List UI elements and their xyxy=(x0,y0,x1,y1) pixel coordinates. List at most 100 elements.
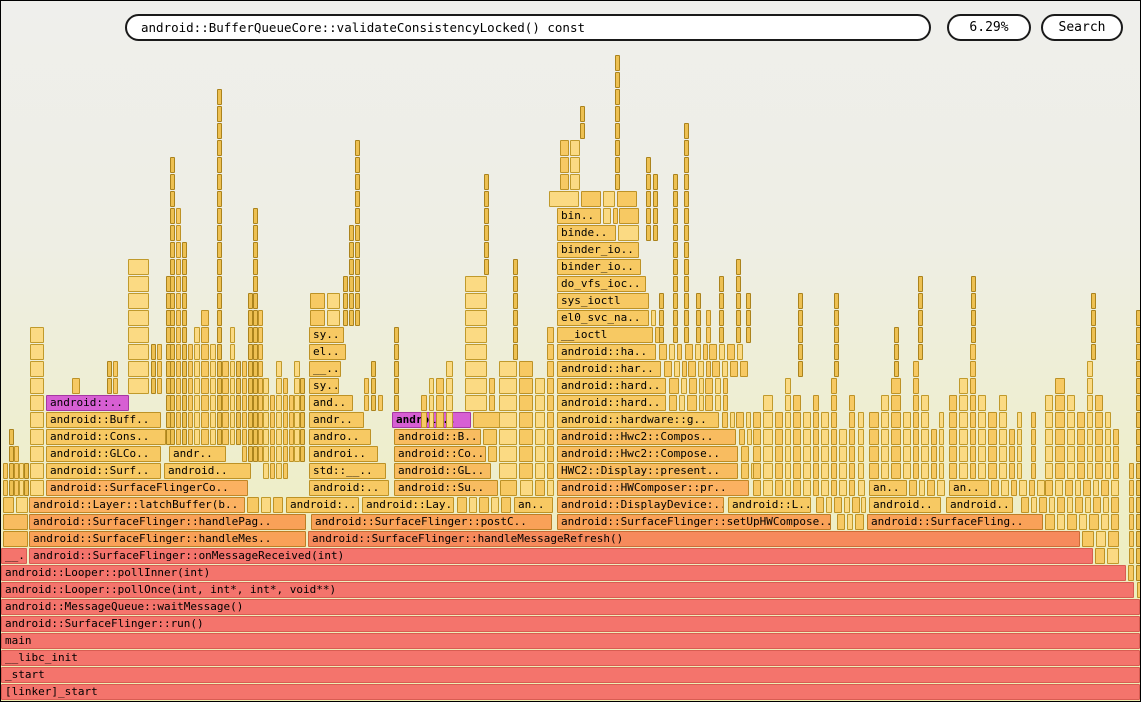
frame-cell[interactable] xyxy=(849,395,855,411)
frame-cell[interactable] xyxy=(484,259,489,275)
frame-cell[interactable] xyxy=(500,480,517,496)
frame-cell[interactable] xyxy=(513,276,518,292)
frame-cell[interactable] xyxy=(949,429,957,445)
frame-cell[interactable] xyxy=(128,276,149,292)
frame-cell[interactable] xyxy=(1129,531,1134,547)
frame-an[interactable]: an.. xyxy=(869,480,907,496)
frame-cell[interactable] xyxy=(826,497,832,513)
frame-cell[interactable] xyxy=(785,446,791,462)
frame-android-hardware-g[interactable]: android::hardware::g.. xyxy=(557,412,719,428)
frame-ioctl[interactable]: __ioctl xyxy=(557,327,653,343)
frame-cell[interactable] xyxy=(659,344,667,360)
frame-cell[interactable] xyxy=(736,412,744,428)
frame-cell[interactable] xyxy=(276,361,282,377)
frame-cell[interactable] xyxy=(1075,480,1081,496)
frame-cell[interactable] xyxy=(513,259,518,275)
frame-cell[interactable] xyxy=(1113,429,1119,445)
frame-cell[interactable] xyxy=(869,463,879,479)
frame-cell[interactable] xyxy=(3,497,14,513)
frame-cell[interactable] xyxy=(785,395,791,411)
frame-cell[interactable] xyxy=(1067,463,1075,479)
frame-cell[interactable] xyxy=(1129,548,1134,564)
frame-cell[interactable] xyxy=(355,157,360,173)
frame-libc-init[interactable]: __libc_init xyxy=(1,650,1140,666)
frame-android[interactable]: android::.. xyxy=(46,395,129,411)
frame-cell[interactable] xyxy=(651,310,656,326)
frame-cell[interactable] xyxy=(1091,344,1096,360)
frame-cell[interactable] xyxy=(151,361,156,377)
frame-cell[interactable] xyxy=(349,225,354,241)
frame-cell[interactable] xyxy=(176,259,181,275)
frame-cell[interactable] xyxy=(501,497,511,513)
frame-cell[interactable] xyxy=(30,361,44,377)
frame-cell[interactable] xyxy=(673,310,678,326)
frame-cell[interactable] xyxy=(560,140,569,156)
frame-cell[interactable] xyxy=(746,310,751,326)
frame-cell[interactable] xyxy=(273,497,283,513)
frame-cell[interactable] xyxy=(1093,480,1099,496)
frame-cell[interactable] xyxy=(706,327,711,343)
frame-android-gl[interactable]: android::GL.. xyxy=(394,463,491,479)
frame-cell[interactable] xyxy=(615,89,620,105)
frame-cell[interactable] xyxy=(1136,395,1141,411)
frame-cell[interactable] xyxy=(839,463,847,479)
frame-android-co[interactable]: android::Co.. xyxy=(394,446,486,462)
frame-cell[interactable] xyxy=(465,327,487,343)
frame-cell[interactable] xyxy=(1077,429,1085,445)
search-button[interactable]: Search xyxy=(1041,14,1123,41)
frame-cell[interactable] xyxy=(970,412,976,428)
frame-cell[interactable] xyxy=(230,344,235,360)
frame-cell[interactable] xyxy=(719,344,725,360)
frame-cell[interactable] xyxy=(128,378,149,394)
frame-android-hard[interactable]: android::hard.. xyxy=(557,395,666,411)
frame-cell[interactable] xyxy=(170,412,175,428)
frame-cell[interactable] xyxy=(499,429,517,445)
frame-cell[interactable] xyxy=(1136,480,1141,496)
frame-cell[interactable] xyxy=(182,276,187,292)
frame-cell[interactable] xyxy=(230,395,235,411)
frame-cell[interactable] xyxy=(217,157,222,173)
frame-cell[interactable] xyxy=(913,446,919,462)
frame-cell[interactable] xyxy=(803,446,811,462)
frame-cell[interactable] xyxy=(1136,565,1141,581)
frame-cell[interactable] xyxy=(959,378,968,394)
frame-cell[interactable] xyxy=(194,361,200,377)
frame-cell[interactable] xyxy=(646,174,651,190)
frame-cell[interactable] xyxy=(696,293,701,309)
frame-cell[interactable] xyxy=(687,395,697,411)
frame-android-surfaceflinger-handlemessagerefresh[interactable]: android::SurfaceFlinger::handleMessageRe… xyxy=(308,531,1080,547)
frame-cell[interactable] xyxy=(484,242,489,258)
frame-cell[interactable] xyxy=(258,344,263,360)
frame-cell[interactable] xyxy=(684,208,689,224)
frame-cell[interactable] xyxy=(182,310,187,326)
frame-cell[interactable] xyxy=(959,446,968,462)
frame-android-ha[interactable]: android::ha.. xyxy=(557,344,656,360)
frame-cell[interactable] xyxy=(839,480,847,496)
frame-cell[interactable] xyxy=(300,395,305,411)
frame-cell[interactable] xyxy=(580,123,585,139)
frame-cell[interactable] xyxy=(618,225,639,241)
frame-cell[interactable] xyxy=(217,293,222,309)
frame-cell[interactable] xyxy=(1091,327,1096,343)
frame-cell[interactable] xyxy=(176,327,181,343)
frame-cell[interactable] xyxy=(188,395,193,411)
frame-cell[interactable] xyxy=(263,429,269,445)
frame-cell[interactable] xyxy=(547,395,554,411)
frame-cell[interactable] xyxy=(1055,446,1065,462)
frame-cell[interactable] xyxy=(685,344,693,360)
frame-cell[interactable] xyxy=(1067,395,1075,411)
frame-cell[interactable] xyxy=(1105,446,1111,462)
frame-cell[interactable] xyxy=(988,412,997,428)
frame-cell[interactable] xyxy=(217,191,222,207)
frame-cell[interactable] xyxy=(785,378,791,394)
frame-cell[interactable] xyxy=(1093,497,1101,513)
frame-cell[interactable] xyxy=(798,344,803,360)
frame-cell[interactable] xyxy=(182,293,187,309)
frame-cell[interactable] xyxy=(798,327,803,343)
frame-cell[interactable] xyxy=(465,378,487,394)
frame-cell[interactable] xyxy=(821,412,829,428)
frame-cell[interactable] xyxy=(176,378,181,394)
frame-cell[interactable] xyxy=(1067,429,1075,445)
frame-android-surf[interactable]: android::Surf.. xyxy=(46,463,161,479)
frame-cell[interactable] xyxy=(513,310,518,326)
